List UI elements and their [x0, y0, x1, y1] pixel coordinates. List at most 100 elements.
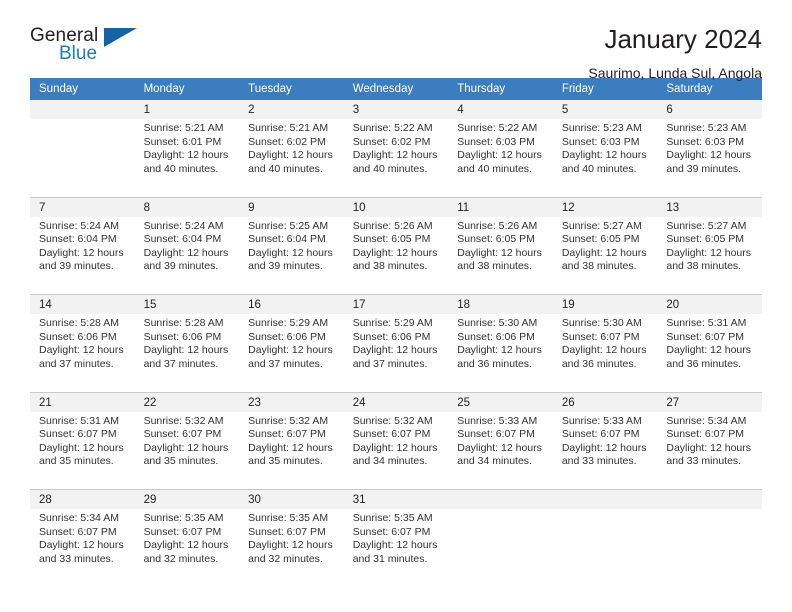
daylight-text-2: and 34 minutes.	[457, 455, 532, 468]
day-cell[interactable]: Sunrise: 5:34 AM Sunset: 6:07 PM Dayligh…	[30, 509, 135, 579]
sunset-text: Sunset: 6:07 PM	[39, 525, 117, 538]
sunrise-text: Sunrise: 5:33 AM	[457, 414, 538, 427]
sunrise-text: Sunrise: 5:34 AM	[39, 512, 119, 524]
week-separator	[30, 286, 762, 295]
day-cell[interactable]: Sunrise: 5:29 AM Sunset: 6:06 PM Dayligh…	[343, 314, 449, 384]
day-cell[interactable]: Sunrise: 5:27 AM Sunset: 6:05 PM Dayligh…	[657, 216, 762, 287]
day-cell[interactable]: Sunrise: 5:31 AM Sunset: 6:07 PM Dayligh…	[30, 411, 135, 482]
day-number	[448, 489, 553, 509]
week-2-daynumbers: 7 8 9 10 11 12 13	[30, 197, 762, 217]
calendar-page: General Blue January 2024 Saurimo, Lunda…	[0, 0, 792, 612]
day-cell[interactable]: Sunrise: 5:24 AM Sunset: 6:04 PM Dayligh…	[134, 216, 240, 287]
sunset-text: Sunset: 6:07 PM	[561, 428, 640, 441]
daylight-text-2: and 39 minutes.	[666, 162, 742, 175]
day-cell[interactable]: Sunrise: 5:25 AM Sunset: 6:04 PM Dayligh…	[239, 216, 344, 287]
day-cell[interactable]: Sunrise: 5:21 AM Sunset: 6:01 PM Dayligh…	[134, 119, 240, 189]
daylight-text-1: Daylight: 12 hours	[666, 246, 752, 259]
day-cell[interactable]: Sunrise: 5:35 AM Sunset: 6:07 PM Dayligh…	[239, 509, 344, 579]
blue-triangle-icon	[104, 28, 137, 47]
day-number: 9	[239, 197, 344, 217]
day-cell[interactable]: Sunrise: 5:32 AM Sunset: 6:07 PM Dayligh…	[134, 411, 240, 482]
day-cell[interactable]: Sunrise: 5:32 AM Sunset: 6:07 PM Dayligh…	[343, 411, 449, 482]
daylight-text-2: and 36 minutes.	[666, 357, 742, 370]
day-cell[interactable]	[30, 119, 135, 189]
day-cell[interactable]: Sunrise: 5:35 AM Sunset: 6:07 PM Dayligh…	[134, 509, 240, 579]
daylight-text-2: and 33 minutes.	[666, 455, 742, 468]
day-number: 15	[134, 294, 240, 314]
day-cell[interactable]: Sunrise: 5:30 AM Sunset: 6:06 PM Dayligh…	[448, 314, 553, 384]
sunset-text: Sunset: 6:06 PM	[457, 330, 535, 343]
sunrise-text: Sunrise: 5:32 AM	[143, 414, 224, 427]
daylight-text-1: Daylight: 12 hours	[248, 344, 333, 357]
day-number: 30	[239, 489, 344, 509]
day-cell[interactable]	[657, 509, 762, 579]
sunset-text: Sunset: 6:01 PM	[143, 135, 222, 148]
title-block: January 2024 Saurimo, Lunda Sul, Angola	[150, 24, 762, 82]
day-number: 23	[239, 392, 344, 412]
sunset-text: Sunset: 6:06 PM	[39, 330, 117, 343]
day-number: 1	[134, 100, 240, 119]
day-number: 31	[343, 489, 449, 509]
day-cell[interactable]: Sunrise: 5:30 AM Sunset: 6:07 PM Dayligh…	[552, 314, 658, 384]
sunset-text: Sunset: 6:03 PM	[666, 135, 745, 148]
general-blue-logo[interactable]: General Blue	[30, 24, 150, 72]
day-number	[657, 489, 762, 509]
daylight-text-2: and 32 minutes.	[248, 552, 323, 565]
sunset-text: Sunset: 6:07 PM	[666, 428, 745, 441]
day-cell[interactable]: Sunrise: 5:23 AM Sunset: 6:03 PM Dayligh…	[552, 119, 658, 189]
daylight-text-1: Daylight: 12 hours	[143, 149, 229, 162]
day-cell[interactable]: Sunrise: 5:23 AM Sunset: 6:03 PM Dayligh…	[657, 119, 762, 189]
sunset-text: Sunset: 6:05 PM	[666, 233, 745, 246]
daylight-text-2: and 39 minutes.	[39, 260, 114, 273]
day-cell[interactable]	[448, 509, 553, 579]
day-number: 25	[448, 392, 553, 412]
day-cell[interactable]: Sunrise: 5:32 AM Sunset: 6:07 PM Dayligh…	[239, 411, 344, 482]
sunset-text: Sunset: 6:07 PM	[352, 428, 431, 441]
sunrise-text: Sunrise: 5:32 AM	[248, 414, 329, 427]
daylight-text-2: and 40 minutes.	[457, 162, 532, 175]
day-cell[interactable]: Sunrise: 5:24 AM Sunset: 6:04 PM Dayligh…	[30, 216, 135, 287]
day-cell[interactable]: Sunrise: 5:35 AM Sunset: 6:07 PM Dayligh…	[343, 509, 449, 579]
daylight-text-1: Daylight: 12 hours	[248, 441, 333, 454]
week-separator	[30, 481, 762, 490]
day-number: 6	[657, 100, 762, 119]
daylight-text-1: Daylight: 12 hours	[39, 344, 124, 357]
sunrise-text: Sunrise: 5:22 AM	[352, 122, 433, 134]
daylight-text-1: Daylight: 12 hours	[352, 441, 438, 454]
day-cell[interactable]: Sunrise: 5:22 AM Sunset: 6:02 PM Dayligh…	[343, 119, 449, 189]
daylight-text-2: and 33 minutes.	[39, 552, 114, 565]
day-number: 10	[343, 197, 449, 217]
week-2-details: Sunrise: 5:24 AM Sunset: 6:04 PM Dayligh…	[30, 216, 762, 287]
day-cell[interactable]: Sunrise: 5:27 AM Sunset: 6:05 PM Dayligh…	[552, 216, 658, 287]
sunrise-text: Sunrise: 5:21 AM	[248, 122, 329, 134]
page-header: General Blue January 2024 Saurimo, Lunda…	[30, 0, 762, 81]
sunrise-text: Sunrise: 5:31 AM	[39, 414, 119, 427]
calendar-body: 1 2 3 4 5 6 Sunrise: 5:21 AM Sunset: 6:0…	[30, 100, 762, 587]
day-cell[interactable]: Sunrise: 5:31 AM Sunset: 6:07 PM Dayligh…	[657, 314, 762, 384]
sunset-text: Sunset: 6:04 PM	[143, 233, 222, 246]
day-cell[interactable]: Sunrise: 5:33 AM Sunset: 6:07 PM Dayligh…	[448, 411, 553, 482]
day-cell[interactable]: Sunrise: 5:26 AM Sunset: 6:05 PM Dayligh…	[448, 216, 553, 287]
day-cell[interactable]: Sunrise: 5:34 AM Sunset: 6:07 PM Dayligh…	[657, 411, 762, 482]
day-cell[interactable]: Sunrise: 5:28 AM Sunset: 6:06 PM Dayligh…	[134, 314, 240, 384]
day-cell[interactable]: Sunrise: 5:21 AM Sunset: 6:02 PM Dayligh…	[239, 119, 344, 189]
sunset-text: Sunset: 6:07 PM	[143, 428, 222, 441]
day-cell[interactable]: Sunrise: 5:29 AM Sunset: 6:06 PM Dayligh…	[239, 314, 344, 384]
daylight-text-2: and 34 minutes.	[352, 455, 428, 468]
daylight-text-2: and 31 minutes.	[352, 552, 428, 565]
sunset-text: Sunset: 6:07 PM	[248, 428, 326, 441]
day-cell[interactable]	[552, 509, 658, 579]
day-cell[interactable]: Sunrise: 5:28 AM Sunset: 6:06 PM Dayligh…	[30, 314, 135, 384]
sunset-text: Sunset: 6:07 PM	[143, 525, 222, 538]
sunrise-text: Sunrise: 5:23 AM	[666, 122, 747, 134]
week-4-details: Sunrise: 5:31 AM Sunset: 6:07 PM Dayligh…	[30, 411, 762, 482]
sunrise-text: Sunrise: 5:35 AM	[248, 512, 329, 524]
day-cell[interactable]: Sunrise: 5:22 AM Sunset: 6:03 PM Dayligh…	[448, 119, 553, 189]
sunrise-text: Sunrise: 5:22 AM	[457, 122, 538, 134]
daylight-text-1: Daylight: 12 hours	[666, 149, 752, 162]
sunset-text: Sunset: 6:06 PM	[352, 330, 431, 343]
day-cell[interactable]: Sunrise: 5:33 AM Sunset: 6:07 PM Dayligh…	[552, 411, 658, 482]
sunset-text: Sunset: 6:04 PM	[248, 233, 326, 246]
day-cell[interactable]: Sunrise: 5:26 AM Sunset: 6:05 PM Dayligh…	[343, 216, 449, 287]
week-separator-line	[30, 481, 762, 490]
